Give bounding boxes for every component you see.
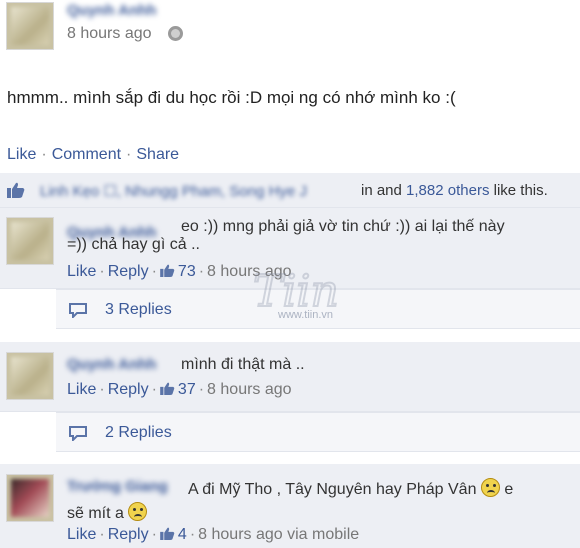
- separator: ·: [198, 381, 205, 398]
- comment-time[interactable]: 8 hours ago: [207, 381, 292, 398]
- separator: ·: [189, 526, 196, 543]
- commenter-avatar[interactable]: [6, 352, 54, 400]
- likes-rest-suffix: like this.: [489, 182, 548, 199]
- separator: ·: [151, 381, 157, 398]
- spacer: [0, 329, 580, 342]
- comment-text: A đi Mỹ Tho , Tây Nguyên hay Pháp Vân e: [188, 478, 513, 499]
- reply-link[interactable]: Reply: [108, 263, 149, 280]
- commenter-name[interactable]: Quynh Anhh: [67, 356, 156, 373]
- reply-link[interactable]: Reply: [108, 526, 149, 543]
- comment-text-line2: =)) chả hay gì cả ..: [67, 236, 200, 253]
- author-name[interactable]: Quynh Anhh: [67, 2, 156, 19]
- likes-rest: in and 1,882 others like this.: [361, 182, 548, 199]
- likers-names[interactable]: Linh Kẹo ☐, Nhungg Pham, Song Hye J: [40, 182, 307, 200]
- comment-meta: Like · Reply · 4 · 8 hours ago via mobile: [67, 526, 359, 544]
- comment-text-end: e: [504, 481, 514, 498]
- replies-toggle[interactable]: 2 Replies: [56, 412, 580, 452]
- thumbs-up-icon: [160, 264, 175, 277]
- post-header: Quynh Anhh 8 hours ago: [0, 0, 580, 60]
- comment-meta: Like · Reply · 37 · 8 hours ago: [67, 381, 292, 399]
- comment-text-line2: sẽ mít a: [67, 502, 148, 523]
- frown-emoji-icon: [480, 478, 500, 497]
- comment-link[interactable]: Comment: [52, 146, 121, 163]
- like-link[interactable]: Like: [67, 381, 96, 398]
- comment-time[interactable]: 8 hours ago via mobile: [198, 526, 359, 543]
- others-link[interactable]: 1,882 others: [406, 182, 489, 199]
- share-link[interactable]: Share: [136, 146, 179, 163]
- watermark-url: www.tiin.vn: [278, 309, 334, 321]
- reply-link[interactable]: Reply: [108, 381, 149, 398]
- frown-emoji-icon: [128, 502, 148, 521]
- like-link[interactable]: Like: [67, 263, 96, 280]
- reply-arrow-icon: [69, 426, 87, 441]
- commenter-name[interactable]: Trường Giang: [67, 478, 168, 495]
- separator: ·: [99, 263, 105, 280]
- comment-time[interactable]: 8 hours ago: [207, 263, 292, 280]
- comment: Quynh Anhh eo :)) mng phải giả vờ tin ch…: [0, 208, 580, 289]
- commenter-avatar[interactable]: [6, 217, 54, 265]
- separator: ·: [99, 381, 105, 398]
- post-text: hmmm.. mình sắp đi du học rồi :D mọi ng …: [7, 88, 456, 107]
- separator: ·: [41, 146, 47, 163]
- comment-text: mình đi thật mà ..: [181, 356, 305, 373]
- replies-label[interactable]: 3 Replies: [105, 301, 172, 319]
- thumbs-up-icon: [160, 527, 175, 540]
- separator: ·: [198, 263, 205, 280]
- like-count[interactable]: 73: [178, 263, 196, 280]
- post-timestamp[interactable]: 8 hours ago: [67, 25, 152, 43]
- separator: ·: [151, 526, 157, 543]
- likes-rest-prefix: in and: [361, 182, 407, 199]
- author-avatar[interactable]: [6, 2, 54, 50]
- spacer: [0, 452, 580, 464]
- replies-label[interactable]: 2 Replies: [105, 424, 172, 442]
- like-count[interactable]: 4: [178, 526, 187, 543]
- comment-text-part: sẽ mít a: [67, 505, 124, 522]
- separator: ·: [126, 146, 132, 163]
- comment-text-part: A đi Mỹ Tho , Tây Nguyên hay Pháp Vân: [188, 481, 477, 498]
- reply-arrow-icon: [69, 303, 87, 318]
- thumbs-up-icon: [7, 182, 25, 198]
- post-actions: Like · Comment · Share: [7, 146, 179, 164]
- like-count[interactable]: 37: [178, 381, 196, 398]
- thumbs-up-icon: [160, 382, 175, 395]
- globe-icon[interactable]: [168, 26, 183, 41]
- comment: Trường Giang A đi Mỹ Tho , Tây Nguyên ha…: [0, 464, 580, 548]
- likes-summary: Linh Kẹo ☐, Nhungg Pham, Song Hye J in a…: [0, 173, 580, 208]
- like-link[interactable]: Like: [67, 526, 96, 543]
- comment: Quynh Anhh mình đi thật mà .. Like · Reply…: [0, 342, 580, 412]
- comment-text: eo :)) mng phải giả vờ tin chứ :)) ai lạ…: [181, 218, 505, 235]
- separator: ·: [99, 526, 105, 543]
- commenter-avatar[interactable]: [6, 474, 54, 522]
- comment-meta: Like · Reply · 73 · 8 hours ago: [67, 263, 292, 281]
- separator: ·: [151, 263, 157, 280]
- like-link[interactable]: Like: [7, 146, 36, 163]
